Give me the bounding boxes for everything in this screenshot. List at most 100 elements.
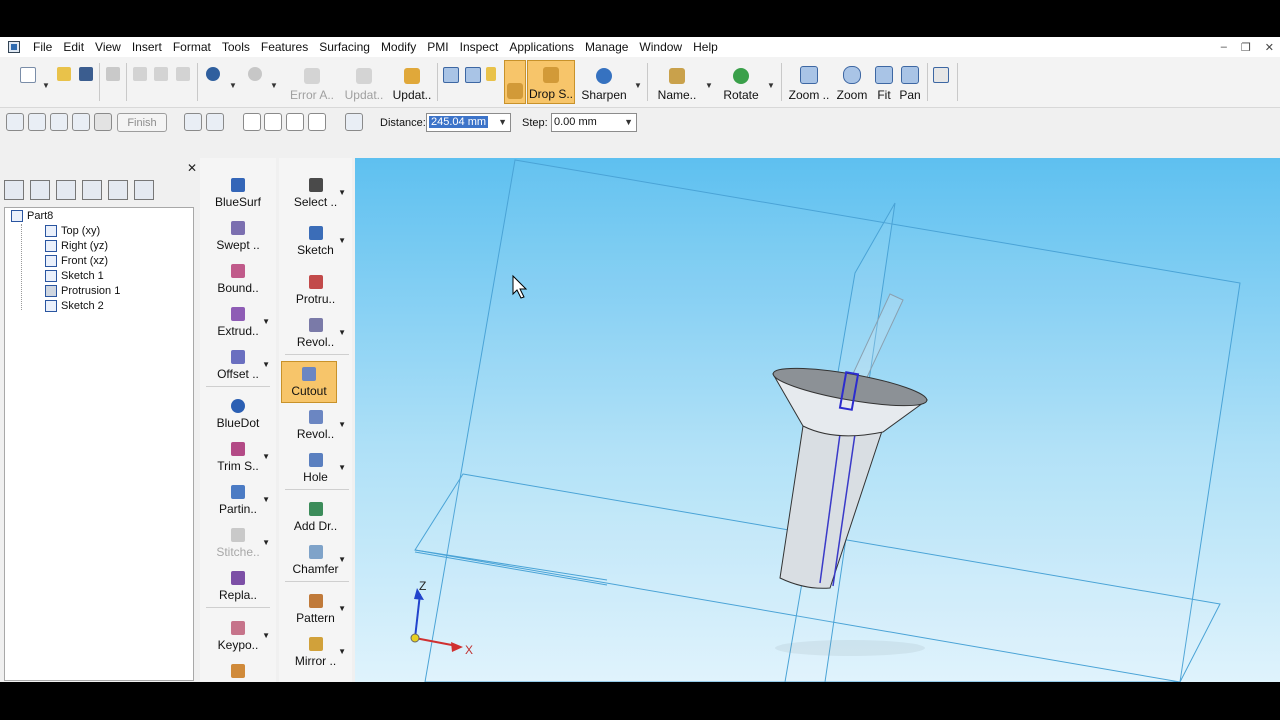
cancel-step-icon[interactable] [184,113,202,131]
pattern-button[interactable]: Pattern ▼ [279,594,352,625]
swept-button[interactable]: Swept .. [200,221,276,252]
new-file-icon[interactable] [20,67,36,83]
chevron-down-icon[interactable]: ▼ [634,81,642,90]
chevron-down-icon[interactable]: ▼ [262,538,270,547]
menu-inspect[interactable]: Inspect [455,37,505,57]
chevron-down-icon[interactable]: ▼ [262,631,270,640]
chevron-down-icon[interactable]: ▼ [338,328,346,337]
menu-features[interactable]: Features [256,37,314,57]
feature-pathfinder-icon[interactable] [4,180,24,200]
distance-value[interactable]: 245.04 mm [429,116,489,128]
extent-finite-icon[interactable] [308,113,326,131]
menu-tools[interactable]: Tools [217,37,256,57]
feature-library-icon[interactable] [56,180,76,200]
trim-surface-button[interactable]: Trim S.. ▼ [200,442,276,473]
side-step-icon[interactable] [72,113,90,131]
sketch-step-icon[interactable] [6,113,24,131]
close-icon[interactable]: ✕ [187,161,197,175]
step-field[interactable]: 0.00 mm ▼ [551,113,637,132]
close-icon[interactable]: ✕ [1265,41,1274,54]
add-draft-button[interactable]: Add Dr.. [279,502,352,533]
drop-shadow-button[interactable]: Drop S.. [527,60,575,104]
fit-button[interactable]: Fit [872,60,896,104]
view-cube-icon[interactable] [443,67,459,83]
hole-button[interactable]: Hole ▼ [279,453,352,484]
menu-format[interactable]: Format [168,37,217,57]
help-icon[interactable] [933,67,949,83]
restore-icon[interactable]: ❐ [1241,41,1251,54]
chamfer-button[interactable]: Chamfer ▼ [279,545,352,576]
revolved-protrusion-button[interactable]: Revol.. ▼ [279,318,352,349]
menu-pmi[interactable]: PMI [422,37,454,57]
distance-field[interactable]: 245.04 mm ▼ [426,113,511,132]
plane-step-icon[interactable] [28,113,46,131]
open-folder-icon[interactable] [57,67,71,81]
paste-icon[interactable] [176,67,190,81]
pan-button[interactable]: Pan [897,60,923,104]
treatment-icon[interactable] [345,113,363,131]
menu-file[interactable]: File [28,37,58,57]
keypoint-button[interactable]: Keypo.. ▼ [200,621,276,652]
redo-icon[interactable] [248,67,262,81]
chevron-down-icon[interactable]: ▼ [767,81,775,90]
chevron-down-icon[interactable]: ▼ [338,236,346,245]
chevron-down-icon[interactable]: ▼ [262,452,270,461]
finish-button[interactable]: Finish [117,113,167,132]
cut-icon[interactable] [133,67,147,81]
chevron-down-icon[interactable]: ▼ [338,555,346,564]
shaded-view-button[interactable] [504,60,526,104]
mirror-button[interactable]: Mirror .. ▼ [279,637,352,668]
menu-window[interactable]: Window [634,37,688,57]
extent-through-next-icon[interactable] [264,113,282,131]
sketch-button[interactable]: Sketch ▼ [279,226,352,257]
tree-item-sketch1[interactable]: Sketch 1 [45,270,104,282]
highlight-icon[interactable] [486,67,496,81]
chevron-down-icon[interactable]: ▼ [338,604,346,613]
menu-help[interactable]: Help [688,37,724,57]
update-button[interactable]: Updat.. [390,60,434,104]
tree-item-top[interactable]: Top (xy) [45,225,100,237]
extruded-button[interactable]: Extrud.. ▼ [200,307,276,338]
chevron-down-icon[interactable]: ▼ [338,647,346,656]
extent-through-all-icon[interactable] [243,113,261,131]
bounded-button[interactable]: Bound.. [200,264,276,295]
select-button[interactable]: Select .. ▼ [279,178,352,209]
sensors-icon[interactable] [108,180,128,200]
chevron-down-icon[interactable]: ▼ [42,81,50,90]
chevron-down-icon[interactable]: ▼ [270,81,278,90]
print-icon[interactable] [106,67,120,81]
menu-insert[interactable]: Insert [127,37,168,57]
tree-item-right[interactable]: Right (yz) [45,240,108,252]
zoom-area-button[interactable]: Zoom .. [787,60,831,104]
menu-view[interactable]: View [90,37,127,57]
step-value[interactable]: 0.00 mm [554,116,597,128]
sharpen-button[interactable]: Sharpen [580,60,628,104]
menu-modify[interactable]: Modify [376,37,422,57]
tree-root[interactable]: Part8 [11,210,53,222]
preview-step-icon[interactable] [206,113,224,131]
chevron-down-icon[interactable]: ▼ [338,188,346,197]
chevron-down-icon[interactable]: ▼ [705,81,713,90]
menu-applications[interactable]: Applications [504,37,580,57]
offset-button[interactable]: Offset .. ▼ [200,350,276,381]
copy-icon[interactable] [154,67,168,81]
tree-item-front[interactable]: Front (xz) [45,255,108,267]
stitched-button[interactable]: Stitche.. ▼ [200,528,276,559]
save-icon[interactable] [79,67,93,81]
extent-step-icon[interactable] [94,113,112,131]
family-of-parts-icon[interactable] [82,180,102,200]
replace-face-button[interactable]: Repla.. [200,571,276,602]
parting-button[interactable]: Partin.. ▼ [200,485,276,516]
chevron-down-icon[interactable]: ▼ [262,360,270,369]
profile-step-icon[interactable] [50,113,68,131]
feature-playback-icon[interactable] [134,180,154,200]
minimize-icon[interactable]: – [1221,41,1227,53]
tree-item-sketch2[interactable]: Sketch 2 [45,300,104,312]
bluesurf-button[interactable]: BlueSurf [200,178,276,209]
chevron-down-icon[interactable]: ▼ [262,495,270,504]
rotate-button[interactable]: Rotate [719,60,763,104]
zoom-button[interactable]: Zoom [834,60,870,104]
bluedot-button[interactable]: BlueDot [200,399,276,430]
menu-edit[interactable]: Edit [58,37,90,57]
tree-item-protrusion1[interactable]: Protrusion 1 [45,285,120,297]
